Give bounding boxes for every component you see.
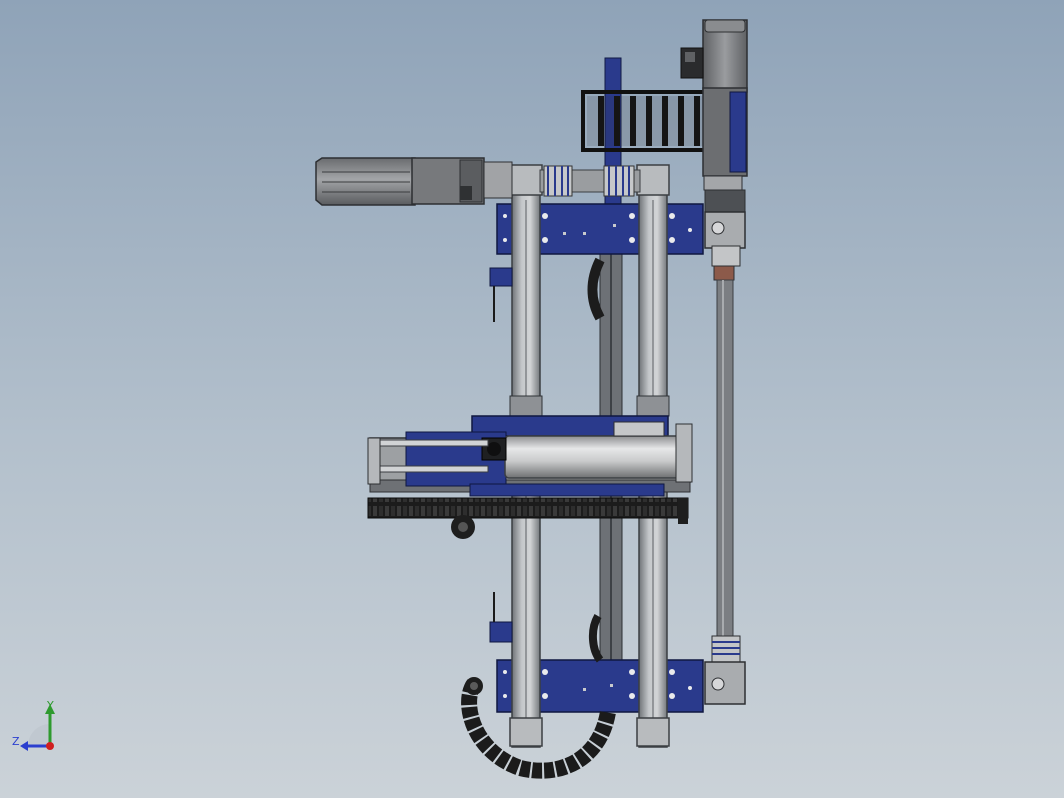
lower-limit-sensor [489, 592, 513, 643]
triad-z-label: Z [12, 735, 20, 748]
upper-limit-sensor [489, 267, 513, 322]
cad-viewport[interactable]: Y Z [0, 0, 1064, 798]
triad-y-label: Y [46, 699, 54, 712]
x-axis-dot [46, 742, 54, 750]
upper-side-chain [587, 257, 605, 321]
z-axis-head [20, 741, 28, 751]
triad-plane [28, 724, 50, 746]
top-coupling-shaft [539, 165, 641, 197]
assembly-drawing: Y Z [12, 19, 748, 779]
right-lead-screw [704, 189, 746, 705]
left-servo-motor [315, 157, 513, 206]
axis-triad: Y Z [12, 699, 55, 751]
